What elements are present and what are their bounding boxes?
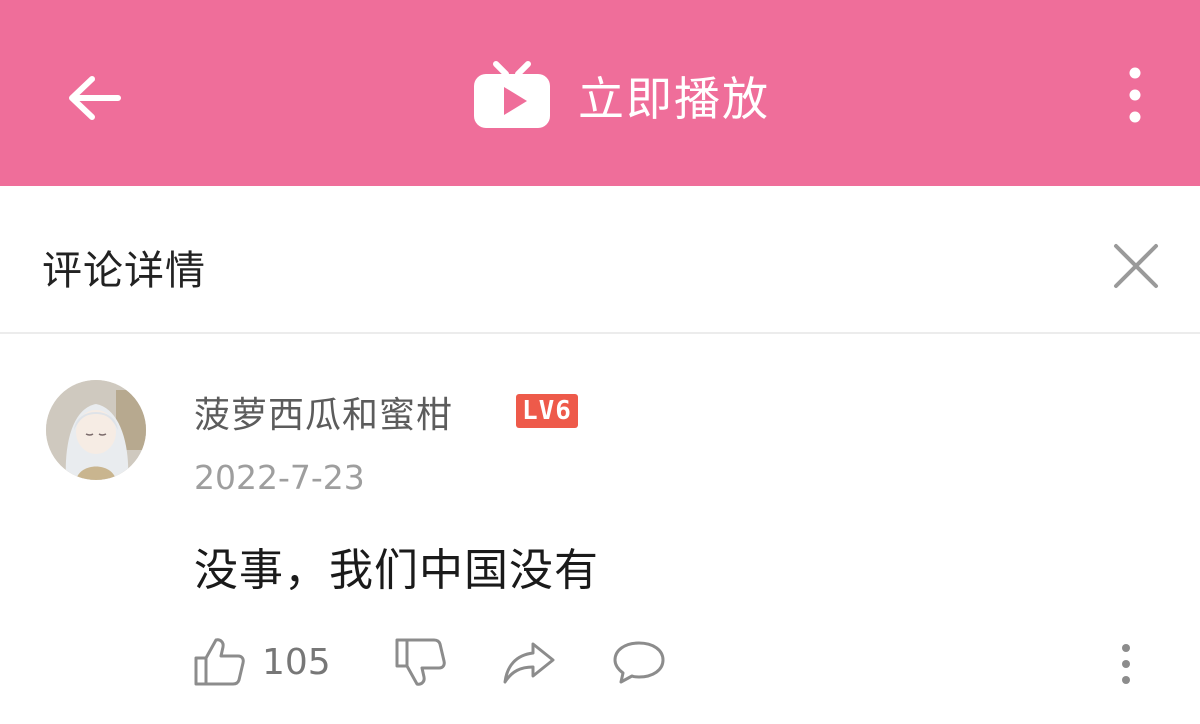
comment-text: 没事，我们中国没有 bbox=[194, 545, 599, 596]
thumbs-up-icon bbox=[194, 638, 245, 686]
close-button[interactable] bbox=[1104, 234, 1168, 298]
dislike-button[interactable] bbox=[393, 636, 447, 688]
back-button[interactable] bbox=[56, 60, 132, 136]
tv-play-icon bbox=[474, 61, 550, 128]
close-icon bbox=[1114, 244, 1158, 288]
like-count: 105 bbox=[262, 641, 331, 683]
comment-date: 2022-7-23 bbox=[194, 458, 365, 497]
app-title[interactable]: 立即播放 bbox=[470, 56, 770, 136]
avatar[interactable] bbox=[46, 380, 146, 480]
arrow-left-icon bbox=[69, 76, 121, 120]
comment-actions: 105 bbox=[192, 632, 667, 692]
level-badge: LV6 bbox=[516, 394, 578, 428]
anime-avatar-image bbox=[46, 380, 146, 480]
reply-button[interactable] bbox=[611, 638, 667, 686]
share-icon bbox=[503, 642, 555, 684]
like-button[interactable]: 105 bbox=[192, 636, 331, 688]
more-vertical-icon bbox=[1122, 644, 1130, 684]
username[interactable]: 菠萝西瓜和蜜柑 bbox=[194, 386, 453, 438]
thumbs-down-icon bbox=[395, 638, 446, 686]
comment-detail-header: 评论详情 bbox=[0, 186, 1200, 334]
share-button[interactable] bbox=[501, 638, 557, 686]
reply-icon bbox=[613, 641, 665, 684]
comment-item: 菠萝西瓜和蜜柑 LV6 2022-7-23 没事，我们中国没有 105 bbox=[0, 336, 1200, 724]
comment-more-button[interactable] bbox=[1104, 636, 1148, 692]
page-title: 立即播放 bbox=[578, 72, 770, 126]
comment-detail-title: 评论详情 bbox=[42, 248, 206, 294]
more-vertical-icon bbox=[1129, 67, 1141, 123]
more-menu-button[interactable] bbox=[1110, 60, 1160, 130]
top-bar: 立即播放 bbox=[0, 0, 1200, 186]
